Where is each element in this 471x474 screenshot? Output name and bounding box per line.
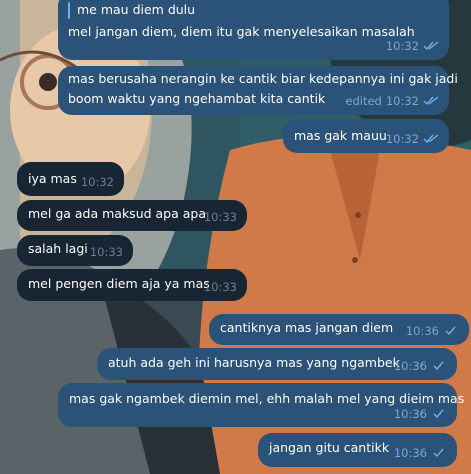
message-text: atuh ada geh ini harusnya mas yang ngamb…	[108, 355, 400, 370]
message-time: 10:32	[385, 94, 419, 108]
message-text: cantiknya mas jangan diem	[220, 320, 394, 335]
message-meta: 10:33	[204, 208, 237, 226]
message-text: mel jangan diem, diem itu gak menyelesai…	[68, 24, 415, 39]
message-time: 10:33	[89, 245, 123, 259]
message-meta: 10:32	[386, 130, 439, 148]
check-icon	[433, 361, 444, 371]
message-bubble-incoming[interactable]: mel ga ada maksud apa apa 10:33	[17, 200, 247, 231]
reply-quote[interactable]: me mau diem dulu	[58, 0, 438, 20]
message-meta: 10:36	[394, 444, 447, 462]
message-bubble-outgoing[interactable]: mas gak mauu 10:32	[283, 119, 449, 153]
message-text: jangan gitu cantikk	[269, 440, 390, 455]
check-icon	[433, 448, 444, 458]
message-time: 10:32	[80, 175, 114, 189]
double-check-icon	[423, 134, 439, 144]
message-meta: 10:32	[386, 37, 439, 55]
message-text-line: boom waktu yang ngehambat kita cantik	[68, 91, 326, 106]
message-meta: 10:36	[394, 405, 447, 423]
message-time: 10:36	[393, 446, 427, 460]
message-meta: 10:32	[81, 173, 114, 191]
message-bubble-outgoing[interactable]: jangan gitu cantikk 10:36	[258, 433, 457, 467]
double-check-icon	[423, 41, 439, 51]
message-text: mel ga ada maksud apa apa	[28, 206, 207, 221]
message-meta: 10:36	[394, 357, 447, 375]
message-bubble-incoming[interactable]: iya mas 10:32	[17, 162, 124, 196]
message-meta: 10:33	[90, 243, 123, 261]
message-time: 10:33	[203, 210, 237, 224]
message-text: iya mas	[28, 171, 77, 186]
message-meta: 10:36	[406, 322, 459, 340]
message-bubble-incoming[interactable]: salah lagi 10:33	[17, 235, 133, 266]
message-bubble-outgoing[interactable]: mas gak ngambek diemin mel, ehh malah me…	[58, 383, 464, 427]
double-check-icon	[423, 96, 439, 106]
message-time: 10:32	[385, 39, 419, 53]
check-icon	[445, 326, 456, 336]
edited-label: edited	[345, 94, 382, 108]
message-bubble-outgoing[interactable]: me mau diem dulu mel jangan diem, diem i…	[58, 0, 449, 60]
message-text: salah lagi	[28, 241, 88, 256]
message-bubble-outgoing[interactable]: atuh ada geh ini harusnya mas yang ngamb…	[97, 348, 457, 380]
message-meta: 10:33	[204, 278, 237, 296]
reply-quote-text: me mau diem dulu	[77, 2, 196, 17]
check-icon	[433, 409, 444, 419]
message-text: mel pengen diem aja ya mas	[28, 276, 210, 291]
message-bubble-incoming[interactable]: mel pengen diem aja ya mas 10:33	[17, 269, 247, 301]
message-text-line: mas berusaha nerangin ke cantik biar ked…	[68, 71, 458, 86]
message-time: 10:32	[385, 132, 419, 146]
message-text: mas gak mauu	[294, 128, 387, 143]
reply-quote-bar	[68, 2, 70, 19]
message-bubble-outgoing[interactable]: cantiknya mas jangan diem 10:36	[209, 314, 469, 345]
message-time: 10:36	[405, 324, 439, 338]
message-time: 10:36	[393, 407, 427, 421]
message-bubble-outgoing[interactable]: mas berusaha nerangin ke cantik biar ked…	[58, 66, 458, 115]
message-time: 10:33	[203, 280, 237, 294]
message-meta: edited 10:32	[345, 92, 439, 110]
message-time: 10:36	[393, 359, 427, 373]
